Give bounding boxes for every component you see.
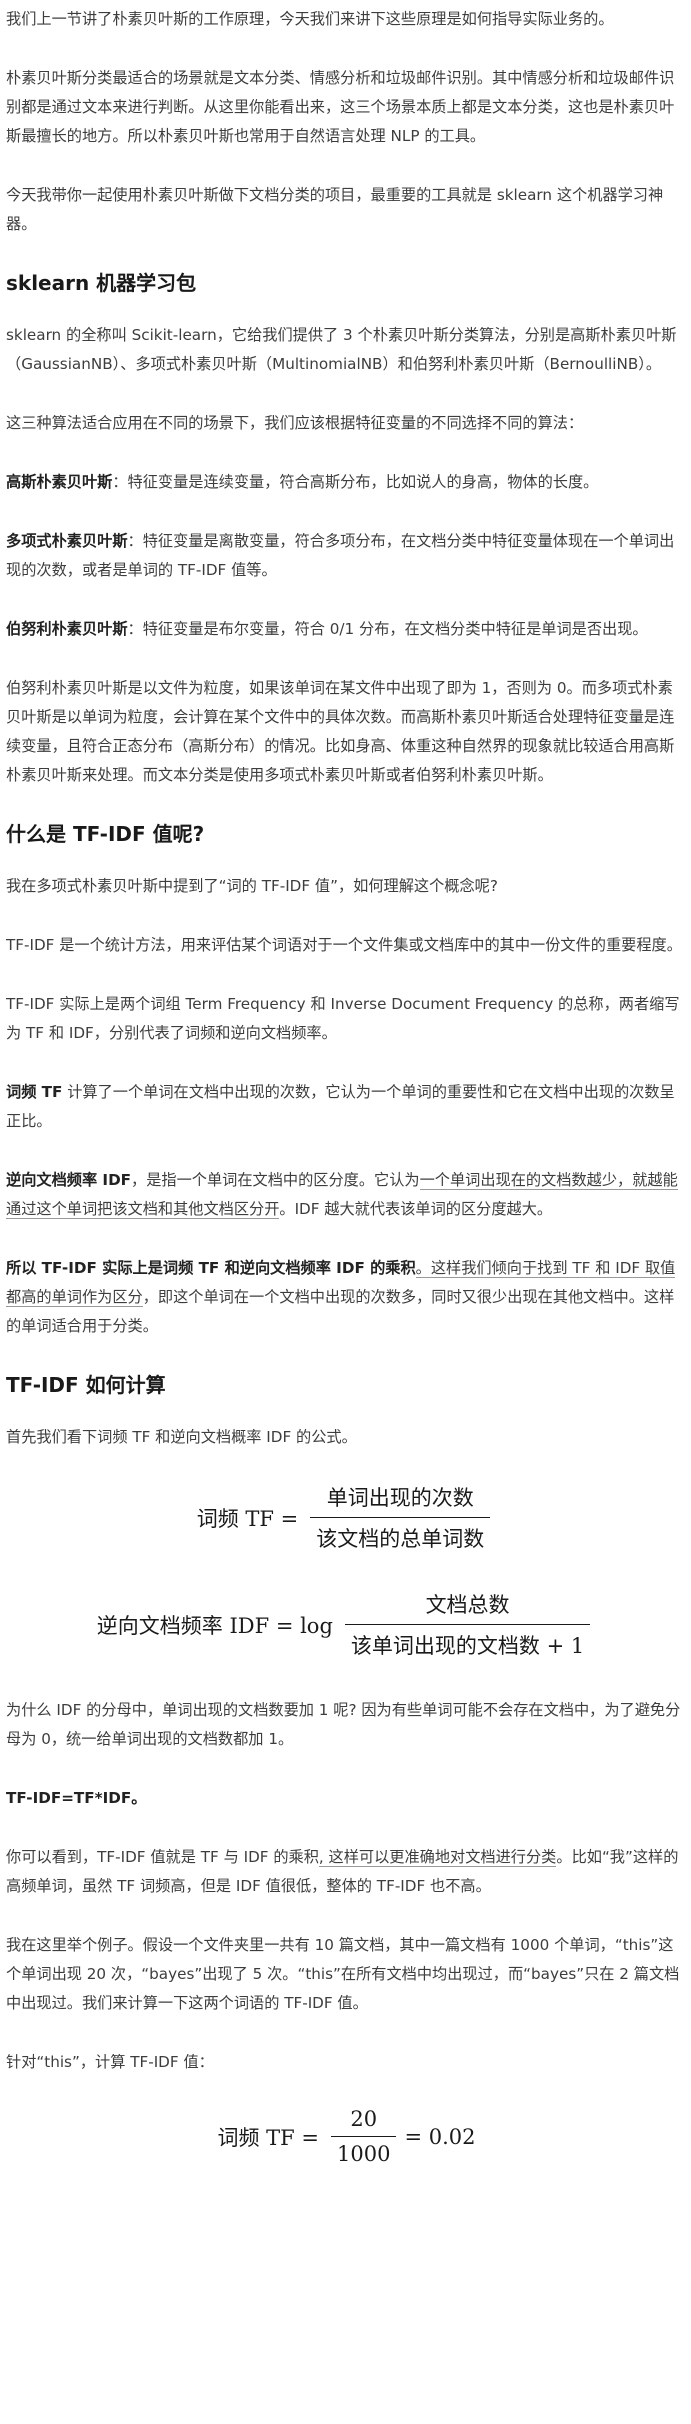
paragraph-tfidf-product: 所以 TF-IDF 实际上是词频 TF 和逆向文档频率 IDF 的乘积。这样我们…: [6, 1254, 687, 1341]
desc-gaussian: ：特征变量是连续变量，符合高斯分布，比如说人的身高，物体的长度。: [112, 473, 599, 491]
desc-tf: 计算了一个单词在文档中出现的次数，它认为一个单词的重要性和它在文档中出现的次数呈…: [6, 1083, 675, 1130]
term-bernoulli: 伯努利朴素贝叶斯: [6, 620, 128, 638]
article: 我们上一节讲了朴素贝叶斯的工作原理，今天我们来讲下这些原理是如何指导实际业务的。…: [0, 5, 691, 2166]
heading-sklearn: sklearn 机器学习包: [6, 271, 197, 295]
paragraph-tfidf-question: 我在多项式朴素贝叶斯中提到了“词的 TF-IDF 值”，如何理解这个概念呢?: [6, 877, 498, 895]
formula-this-numerator: 20: [350, 2107, 378, 2131]
paragraph-gaussian: 高斯朴素贝叶斯：特征变量是连续变量，符合高斯分布，比如说人的身高，物体的长度。: [6, 468, 687, 497]
formula-this-fraction: 20 1000: [331, 2107, 397, 2166]
paragraph-algorithm-summary: 伯努利朴素贝叶斯是以文件为粒度，如果该单词在某文件中出现了即为 1，否则为 0。…: [6, 679, 675, 784]
term-gaussian: 高斯朴素贝叶斯: [6, 473, 113, 491]
formula-tf-fraction: 单词出现的次数 该文档的总单词数: [310, 1482, 491, 1553]
formula-this-tf: 词频 TF = 20 1000 = 0.02: [6, 2107, 687, 2166]
paragraph-sklearn-intro: sklearn 的全称叫 Scikit-learn，它给我们提供了 3 个朴素贝…: [6, 326, 677, 373]
desc-idf-b: 。IDF 越大就代表该单词的区分度越大。: [279, 1200, 553, 1218]
term-multinomial: 多项式朴素贝叶斯: [6, 532, 128, 550]
paragraph-example: 我在这里举个例子。假设一个文件夹里一共有 10 篇文档，其中一篇文档有 1000…: [6, 1936, 680, 2012]
heading-how-to-calc: TF-IDF 如何计算: [6, 1373, 166, 1397]
term-idf: 逆向文档频率 IDF: [6, 1171, 132, 1189]
formula-this-result: = 0.02: [404, 2124, 476, 2149]
paragraph-multinomial: 多项式朴素贝叶斯：特征变量是离散变量，符合多项分布，在文档分类中特征变量体现在一…: [6, 527, 687, 585]
paragraph-tfidf-definition: TF-IDF 是一个统计方法，用来评估某个词语对于一个文件集或文档库中的其中一份…: [6, 936, 682, 954]
formula-tf-lhs: 词频 TF =: [196, 1506, 299, 1531]
term-tf: 词频 TF: [6, 1083, 63, 1101]
paragraph-intro: 我们上一节讲了朴素贝叶斯的工作原理，今天我们来讲下这些原理是如何指导实际业务的。: [6, 10, 614, 28]
formula-this-denominator: 1000: [331, 2136, 397, 2166]
formula-idf-fraction: 文档总数 该单词出现的文档数 + 1: [344, 1589, 591, 1660]
heading-what-is-tfidf: 什么是 TF-IDF 值呢?: [6, 822, 205, 846]
formula-idf: 逆向文档频率 IDF = log 文档总数 该单词出现的文档数 + 1: [6, 1589, 687, 1660]
paragraph-bernoulli: 伯努利朴素贝叶斯：特征变量是布尔变量，符合 0/1 分布，在文档分类中特征是单词…: [6, 615, 687, 644]
formula-tf-numerator: 单词出现的次数: [326, 1486, 474, 1510]
paragraph-formula-intro: 首先我们看下词频 TF 和逆向文档概率 IDF 的公式。: [6, 1428, 357, 1446]
paragraph-project: 今天我带你一起使用朴素贝叶斯做下文档分类的项目，最重要的工具就是 sklearn…: [6, 186, 664, 233]
paragraph-scenarios: 朴素贝叶斯分类最适合的场景就是文本分类、情感分析和垃圾邮件识别。其中情感分析和垃…: [6, 69, 675, 145]
paragraph-for-this: 针对“this”，计算 TF-IDF 值：: [6, 2053, 214, 2071]
formula-idf-denominator: 该单词出现的文档数 + 1: [344, 1624, 591, 1660]
explain-a: 你可以看到，TF-IDF 值就是 TF 与 IDF 的乘积: [6, 1848, 319, 1866]
term-tfidf-formula: TF-IDF=TF*IDF。: [6, 1789, 147, 1807]
paragraph-idf: 逆向文档频率 IDF，是指一个单词在文档中的区分度。它认为一个单词出现在的文档数…: [6, 1166, 687, 1224]
formula-tf-denominator: 该文档的总单词数: [310, 1517, 491, 1553]
formula-tf: 词频 TF = 单词出现的次数 该文档的总单词数: [6, 1482, 687, 1553]
paragraph-tfidf-formula: TF-IDF=TF*IDF。: [6, 1784, 687, 1813]
desc-bernoulli: ：特征变量是布尔变量，符合 0/1 分布，在文档分类中特征是单词是否出现。: [127, 620, 648, 638]
paragraph-tfidf-abbr: TF-IDF 实际上是两个词组 Term Frequency 和 Inverse…: [6, 995, 680, 1042]
formula-this-lhs: 词频 TF =: [217, 2125, 320, 2150]
paragraph-tf: 词频 TF 计算了一个单词在文档中出现的次数，它认为一个单词的重要性和它在文档中…: [6, 1078, 687, 1136]
paragraph-why-plus-one: 为什么 IDF 的分母中，单词出现的文档数要加 1 呢? 因为有些单词可能不会存…: [6, 1701, 681, 1748]
paragraph-choose-algorithm: 这三种算法适合应用在不同的场景下，我们应该根据特征变量的不同选择不同的算法：: [6, 414, 584, 432]
term-tfidf-product: 所以 TF-IDF 实际上是词频 TF 和逆向文档频率 IDF 的乘积: [6, 1259, 416, 1277]
paragraph-tfidf-explain: 你可以看到，TF-IDF 值就是 TF 与 IDF 的乘积, 这样可以更准确地对…: [6, 1843, 687, 1901]
formula-idf-numerator: 文档总数: [425, 1593, 510, 1617]
formula-idf-lhs: 逆向文档频率 IDF = log: [96, 1613, 333, 1638]
explain-underline: , 这样可以更准确地对文档进行分类: [318, 1848, 557, 1867]
desc-idf-a: ，是指一个单词在文档中的区分度。它认为: [131, 1171, 420, 1189]
